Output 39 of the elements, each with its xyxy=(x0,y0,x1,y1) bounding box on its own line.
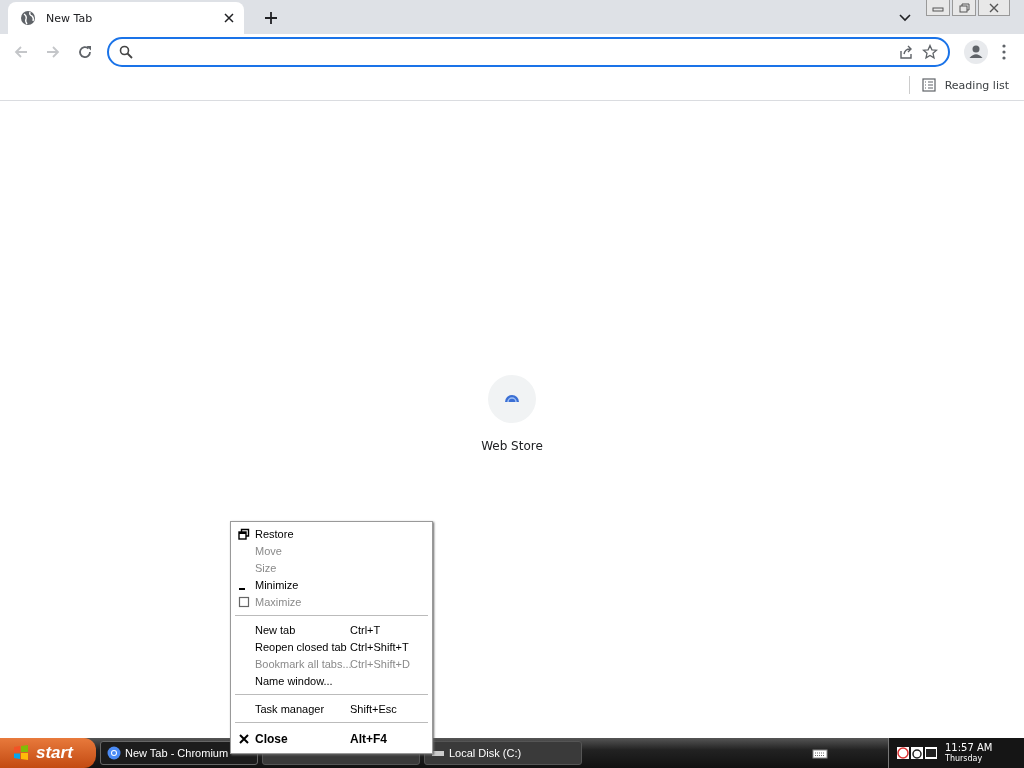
chromium-logo-icon xyxy=(107,746,121,760)
star-icon[interactable] xyxy=(922,44,938,60)
start-button[interactable]: start xyxy=(0,738,96,768)
restore-icon xyxy=(238,527,250,540)
new-tab-icon[interactable] xyxy=(264,11,278,25)
menu-icon[interactable] xyxy=(1002,44,1006,60)
close-icon[interactable] xyxy=(224,13,234,23)
search-icon xyxy=(119,45,133,59)
reading-list-button[interactable]: Reading list xyxy=(908,76,1009,94)
profile-icon[interactable] xyxy=(964,40,988,64)
maximize-icon xyxy=(238,595,250,608)
taskbar-button[interactable]: Local Disk (C:) xyxy=(424,741,582,765)
menu-item[interactable]: Name window... xyxy=(233,672,430,689)
restore-icon xyxy=(957,2,971,13)
globe-icon xyxy=(20,10,36,26)
menu-item[interactable]: Restore xyxy=(233,525,430,542)
close-icon xyxy=(987,2,1001,13)
restore-button[interactable] xyxy=(952,0,976,16)
tray-icon[interactable] xyxy=(925,747,937,759)
list-icon xyxy=(921,78,936,92)
menu-item[interactable]: Task manager Shift+Esc xyxy=(233,700,430,717)
minimize-icon xyxy=(239,587,245,590)
clock-time: 11:57 AM xyxy=(945,743,993,753)
menu-item[interactable]: Minimize xyxy=(233,576,430,593)
windows-logo-icon xyxy=(12,744,30,762)
close-button[interactable] xyxy=(978,0,1010,16)
keyboard-icon[interactable] xyxy=(812,747,828,759)
menu-item[interactable]: Reopen closed tab Ctrl+Shift+T xyxy=(233,638,430,655)
clock-day: Thursday xyxy=(945,755,993,763)
close-icon xyxy=(238,733,250,745)
reload-icon[interactable] xyxy=(77,44,93,60)
shortcut-tile[interactable]: Web Store xyxy=(481,375,543,455)
browser-tab[interactable]: New Tab xyxy=(8,2,244,34)
share-icon[interactable] xyxy=(898,44,914,60)
web-store-icon xyxy=(488,375,536,423)
address-bar[interactable] xyxy=(107,37,950,67)
chevron-down-icon[interactable] xyxy=(899,14,911,22)
menu-item[interactable]: New tab Ctrl+T xyxy=(233,621,430,638)
tab-title: New Tab xyxy=(46,11,94,25)
